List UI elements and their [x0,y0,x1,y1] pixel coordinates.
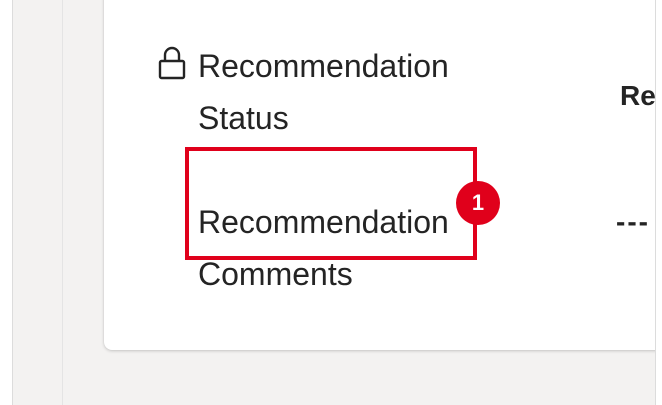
left-rail [0,0,13,405]
right-edge [655,0,662,405]
status-field-label-line1: Recommendation [198,48,449,84]
annotation-badge: 1 [456,181,500,225]
lock-icon [158,46,186,80]
screenshot-viewport: Recommendation Status Re Recommendation … [0,0,662,405]
status-field-value[interactable]: Re [620,80,656,112]
pane-divider [62,0,63,405]
comments-field-value[interactable]: --- [616,206,650,238]
annotation-highlight-box [185,147,477,260]
status-field-label-line2: Status [198,100,289,136]
